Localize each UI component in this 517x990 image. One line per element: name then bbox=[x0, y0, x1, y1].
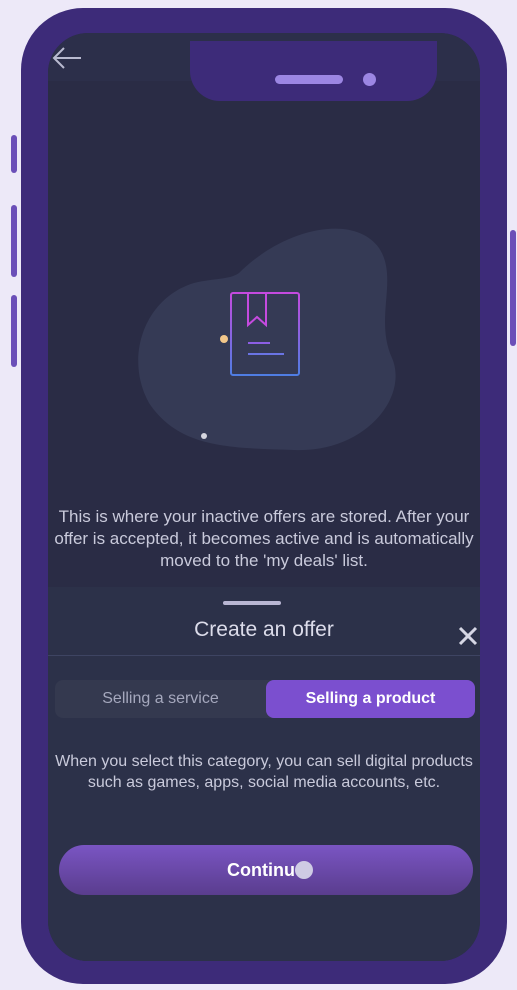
speaker-grille bbox=[275, 75, 343, 84]
phone-notch bbox=[190, 41, 437, 101]
front-camera bbox=[363, 73, 376, 86]
continue-button[interactable]: Continue bbox=[59, 845, 473, 895]
sheet-drag-handle[interactable] bbox=[223, 601, 281, 605]
app-screen: This is where your inactive offers are s… bbox=[48, 33, 480, 961]
decor-dot-white-small bbox=[201, 433, 207, 439]
decor-dot-yellow bbox=[220, 335, 228, 343]
segment-selling-product[interactable]: Selling a product bbox=[266, 680, 475, 718]
touch-indicator bbox=[295, 861, 313, 879]
segment-selling-service[interactable]: Selling a service bbox=[55, 680, 266, 718]
phone-volume-down bbox=[11, 295, 17, 367]
sheet-title: Create an offer bbox=[194, 618, 334, 641]
phone-side-button bbox=[11, 135, 17, 173]
continue-label: Continue bbox=[227, 860, 305, 880]
blob-background bbox=[138, 228, 396, 451]
empty-state-message: This is where your inactive offers are s… bbox=[54, 507, 474, 570]
phone-volume-up bbox=[11, 205, 17, 277]
empty-offers-illustration bbox=[138, 228, 396, 451]
arrow-left-icon[interactable] bbox=[50, 39, 84, 69]
close-icon[interactable] bbox=[458, 626, 478, 646]
divider bbox=[48, 655, 480, 656]
category-description: When you select this category, you can s… bbox=[55, 753, 473, 791]
offer-type-segmented-control: Selling a service Selling a product bbox=[55, 680, 475, 718]
create-offer-sheet: Create an offer Selling a service Sellin… bbox=[48, 587, 480, 961]
phone-power-button bbox=[510, 230, 516, 346]
